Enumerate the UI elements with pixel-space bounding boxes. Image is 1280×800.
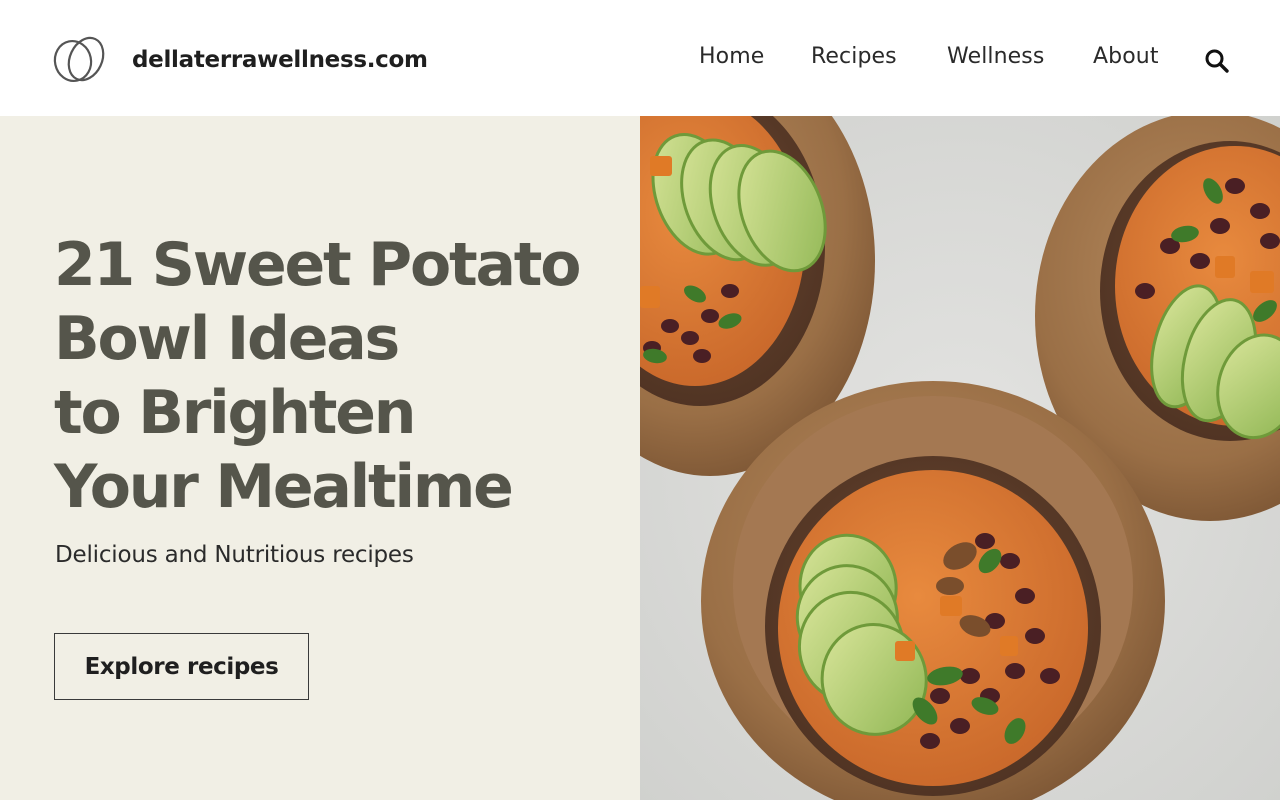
hero-title-line: 21 Sweet Potato: [54, 230, 581, 300]
main-nav: Home Recipes Wellness About: [0, 44, 1280, 78]
nav-recipes[interactable]: Recipes: [811, 44, 897, 69]
hero-title-line: Your Mealtime: [54, 452, 514, 522]
sweet-potato-bowls-photo: [640, 116, 1280, 800]
hero-title: 21 Sweet Potato Bowl Ideas to Brighten Y…: [54, 228, 624, 524]
nav-home[interactable]: Home: [699, 44, 764, 69]
hero-text-panel: 21 Sweet Potato Bowl Ideas to Brighten Y…: [0, 116, 640, 800]
hero-title-line: to Brighten: [54, 378, 416, 448]
food-photo-illustration: [640, 116, 1280, 800]
search-button[interactable]: [1203, 47, 1231, 75]
nav-wellness[interactable]: Wellness: [947, 44, 1044, 69]
hero-subtitle: Delicious and Nutritious recipes: [55, 542, 414, 568]
hero-title-line: Bowl Ideas: [54, 304, 400, 374]
explore-recipes-button[interactable]: Explore recipes: [54, 633, 309, 700]
nav-about[interactable]: About: [1093, 44, 1159, 69]
site-header: dellaterrawellness.com Home Recipes Well…: [0, 0, 1280, 116]
search-icon: [1205, 49, 1229, 73]
